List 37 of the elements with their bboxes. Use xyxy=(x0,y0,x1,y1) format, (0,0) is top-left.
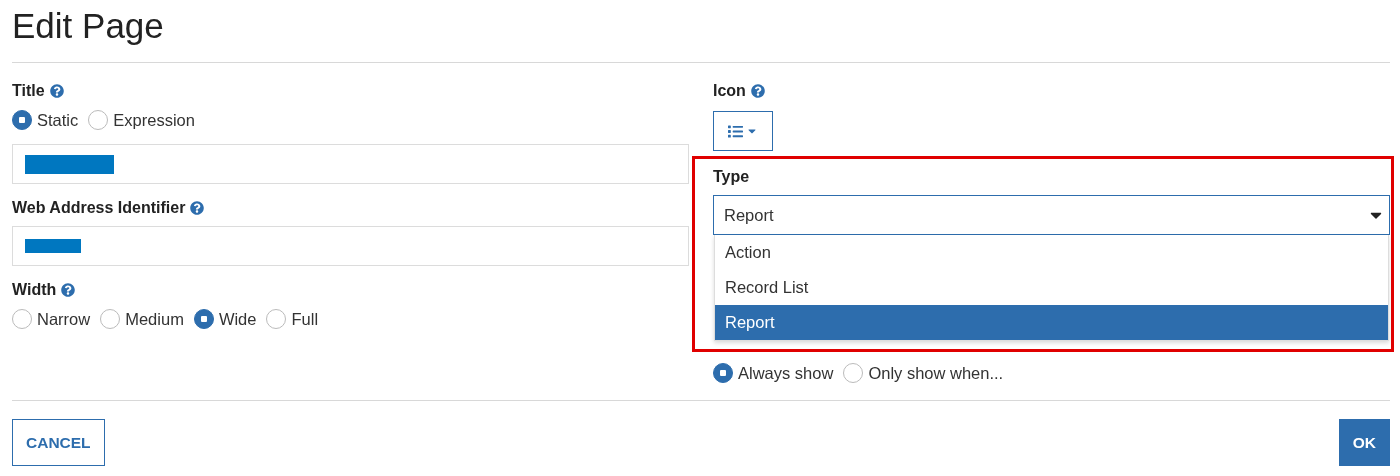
help-icon[interactable] xyxy=(190,201,205,215)
web-address-field[interactable] xyxy=(12,226,689,266)
title-field[interactable] xyxy=(12,144,689,184)
radio-button[interactable] xyxy=(12,309,32,329)
dropdown-option[interactable]: Record List xyxy=(715,270,1388,305)
radio-button[interactable] xyxy=(713,363,733,383)
radio-button[interactable] xyxy=(100,309,121,329)
select-value: Report xyxy=(724,205,774,225)
dropdown-option[interactable]: Action xyxy=(715,235,1388,270)
ok-button[interactable]: OK xyxy=(1338,419,1390,466)
field-label: Icon xyxy=(713,82,746,100)
field-label: Type xyxy=(713,168,750,186)
radio-option[interactable]: Expression xyxy=(88,110,195,130)
radio-button[interactable] xyxy=(193,309,214,329)
redaction-bar xyxy=(25,239,81,253)
field-label: Title xyxy=(12,82,45,100)
cancel-button[interactable]: CANCEL xyxy=(12,419,105,466)
radio-button[interactable] xyxy=(88,110,109,130)
radio-option[interactable]: Wide xyxy=(193,309,257,329)
radio-option[interactable]: Narrow xyxy=(12,309,91,329)
help-icon[interactable] xyxy=(49,84,64,98)
help-icon[interactable] xyxy=(750,84,765,98)
help-icon[interactable] xyxy=(61,283,76,297)
page-title: Edit Page xyxy=(12,5,165,47)
radio-button[interactable] xyxy=(12,110,32,130)
radio-option[interactable]: Medium xyxy=(100,309,184,329)
radio-button[interactable] xyxy=(266,309,287,329)
radio-option[interactable]: Full xyxy=(266,309,319,329)
field-label: Width xyxy=(12,281,57,299)
field-label: Web Address Identifier xyxy=(12,199,186,217)
list-icon xyxy=(728,123,743,139)
radio-option[interactable]: Always show xyxy=(713,363,834,383)
radio-option[interactable]: Only show when... xyxy=(843,363,1004,383)
icon-picker-button[interactable] xyxy=(713,111,773,151)
dropdown-option[interactable]: Report xyxy=(715,305,1388,340)
radio-button[interactable] xyxy=(843,363,864,383)
radio-option[interactable]: Static xyxy=(12,110,79,130)
